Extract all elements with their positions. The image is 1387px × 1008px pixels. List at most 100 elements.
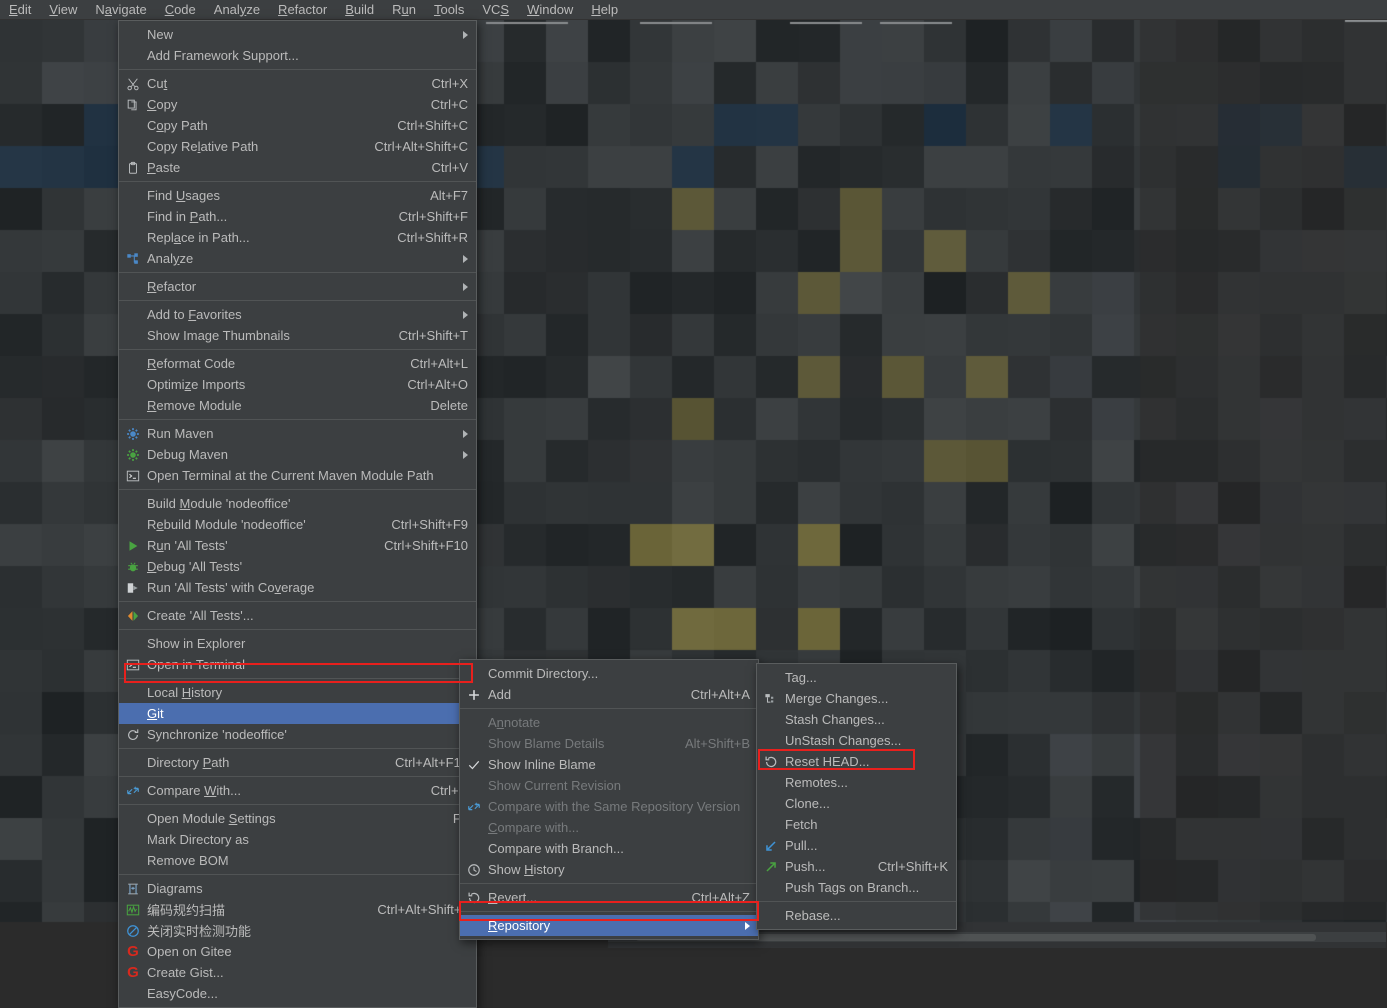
menu-separator [119,272,476,273]
menu-item-show-history[interactable]: Show History [460,859,758,880]
menu-item-directory-path[interactable]: Directory Path Ctrl+Alt+F12 [119,752,476,773]
main-menu-bar[interactable]: Edit View Navigate Code Analyze Refactor Build… [0,0,1387,20]
menu-item-compare-with-branch[interactable]: Compare with Branch... [460,838,758,859]
menu-item-debug-all-tests[interactable]: Debug 'All Tests' [119,556,476,577]
menu-item-open-in-terminal[interactable]: Open in Terminal [119,654,476,675]
menu-item-icon-slot [460,775,488,796]
menu-item-create-all-tests[interactable]: Create 'All Tests'... [119,605,476,626]
menu-item-label: Copy [147,97,178,112]
diagrams-icon [119,878,147,899]
menu-item-pull[interactable]: Pull... [757,835,956,856]
menu-item-open-terminal-at-the-current-maven-module-path[interactable]: Open Terminal at the Current Maven Modul… [119,465,476,486]
menu-item-shortcut: Ctrl+Alt+A [690,687,750,702]
menu-item-add-framework-support[interactable]: Add Framework Support... [119,45,476,66]
menu-item-label: Rebuild Module 'nodeoffice' [147,517,306,532]
menu-item-fetch[interactable]: Fetch [757,814,956,835]
menu-item-copy[interactable]: Copy Ctrl+C [119,94,476,115]
menubar-item-refactor[interactable]: Refactor [269,0,336,20]
menu-item-open-on-gitee[interactable]: G Open on Gitee [119,941,476,962]
menubar-item-navigate[interactable]: Navigate [86,0,155,20]
menu-item-icon-slot [119,493,147,514]
menubar-item-edit[interactable]: Edit [0,0,40,20]
menubar-item-help[interactable]: Help [582,0,627,20]
menu-item-find-usages[interactable]: Find Usages Alt+F7 [119,185,476,206]
menu-separator [460,708,758,709]
menu-item-label: Build Module 'nodeoffice' [147,496,291,511]
menu-item-add[interactable]: Add Ctrl+Alt+A [460,684,758,705]
menu-separator [119,489,476,490]
menu-item-merge-changes[interactable]: Merge Changes... [757,688,956,709]
menu-item-copy-path[interactable]: Copy Path Ctrl+Shift+C [119,115,476,136]
menu-item-icon-slot [119,829,147,850]
git-submenu[interactable]: Commit Directory... Add Ctrl+Alt+A Annotate… [459,659,759,940]
menu-item-show-in-explorer[interactable]: Show in Explorer [119,633,476,654]
menu-item-unstash-changes[interactable]: UnStash Changes... [757,730,956,751]
menu-item-local-history[interactable]: Local History [119,682,476,703]
menu-item-remove-module[interactable]: Remove Module Delete [119,395,476,416]
menubar-item-tools[interactable]: Tools [425,0,473,20]
menu-item-label: Show History [488,862,565,877]
menu-item-shortcut: Ctrl+Shift+C [397,118,468,133]
menu-item-icon-slot [119,185,147,206]
menu-item-cut[interactable]: Cut Ctrl+X [119,73,476,94]
menu-item-remove-bom[interactable]: Remove BOM [119,850,476,871]
menu-item-optimize-imports[interactable]: Optimize Imports Ctrl+Alt+O [119,374,476,395]
menubar-item-run[interactable]: Run [383,0,425,20]
menubar-item-view[interactable]: View [40,0,86,20]
menu-item-show-image-thumbnails[interactable]: Show Image Thumbnails Ctrl+Shift+T [119,325,476,346]
project-view-context-menu[interactable]: New Add Framework Support... Cut Ctrl+X Copy… [118,20,477,1008]
menu-item-debug-maven[interactable]: Debug Maven [119,444,476,465]
menu-item-label: Analyze [147,251,194,266]
chevron-right-icon [443,450,468,459]
menu-item-run-all-tests-with-coverage[interactable]: Run 'All Tests' with Coverage [119,577,476,598]
menu-item-new[interactable]: New [119,24,476,45]
menu-item-add-to-favorites[interactable]: Add to Favorites [119,304,476,325]
menu-item-git[interactable]: Git [119,703,476,724]
menubar-item-build[interactable]: Build [336,0,383,20]
menu-item-show-inline-blame[interactable]: Show Inline Blame [460,754,758,775]
menu-item-push-tags-on-branch[interactable]: Push Tags on Branch... [757,877,956,898]
menu-item-find-in-path[interactable]: Find in Path... Ctrl+Shift+F [119,206,476,227]
menu-item-mark-directory-as[interactable]: Mark Directory as [119,829,476,850]
menu-item-run-maven[interactable]: Run Maven [119,423,476,444]
menubar-item-window[interactable]: Window [518,0,582,20]
menubar-item-analyze[interactable]: Analyze [205,0,269,20]
menu-item-replace-in-path[interactable]: Replace in Path... Ctrl+Shift+R [119,227,476,248]
menu-item-build-module-nodeoffice[interactable]: Build Module 'nodeoffice' [119,493,476,514]
menu-item-clone[interactable]: Clone... [757,793,956,814]
menu-item-stash-changes[interactable]: Stash Changes... [757,709,956,730]
menubar-item-code[interactable]: Code [156,0,205,20]
menu-item-run-all-tests[interactable]: Run 'All Tests' Ctrl+Shift+F10 [119,535,476,556]
menu-item-open-module-settings[interactable]: Open Module SettingsF4 [119,808,476,829]
menu-item-编码规约扫描[interactable]: 编码规约扫描 Ctrl+Alt+Shift+J [119,899,476,920]
menu-item-compare-with: Compare with... [460,817,758,838]
menu-item-compare-with[interactable]: Compare With... Ctrl+D [119,780,476,801]
menu-item-icon-slot [460,817,488,838]
menu-item-tag[interactable]: Tag... [757,667,956,688]
menu-item-commit-directory[interactable]: Commit Directory... [460,663,758,684]
menu-item-label: Show Blame Details [488,736,605,751]
menu-item-analyze[interactable]: Analyze [119,248,476,269]
menu-item-revert[interactable]: Revert... Ctrl+Alt+Z [460,887,758,908]
menu-item-reformat-code[interactable]: Reformat Code Ctrl+Alt+L [119,353,476,374]
menu-item-copy-relative-path[interactable]: Copy Relative Path Ctrl+Alt+Shift+C [119,136,476,157]
menu-item-label: Optimize Imports [147,377,246,392]
menu-item-repository[interactable]: Repository [460,915,758,936]
menu-item-synchronize-nodeoffice[interactable]: Synchronize 'nodeoffice' [119,724,476,745]
repository-submenu[interactable]: Tag... Merge Changes... Stash Changes... Un… [756,663,957,930]
menu-item-remotes[interactable]: Remotes... [757,772,956,793]
menu-item-paste[interactable]: Paste Ctrl+V [119,157,476,178]
menu-item-push[interactable]: Push... Ctrl+Shift+K [757,856,956,877]
menu-item-关闭实时检测功能[interactable]: 关闭实时检测功能 [119,920,476,941]
menu-item-show-current-revision: Show Current Revision [460,775,758,796]
pull-icon [757,835,785,856]
menu-item-create-gist[interactable]: G Create Gist... [119,962,476,983]
menu-separator [119,300,476,301]
menubar-item-vcs[interactable]: VCS [473,0,518,20]
menu-item-rebuild-module-nodeoffice[interactable]: Rebuild Module 'nodeoffice' Ctrl+Shift+F9 [119,514,476,535]
menu-item-diagrams[interactable]: Diagrams [119,878,476,899]
menu-item-reset-head[interactable]: Reset HEAD... [757,751,956,772]
menu-item-rebase[interactable]: Rebase... [757,905,956,926]
menu-item-easycode[interactable]: EasyCode... [119,983,476,1004]
menu-item-refactor[interactable]: Refactor [119,276,476,297]
